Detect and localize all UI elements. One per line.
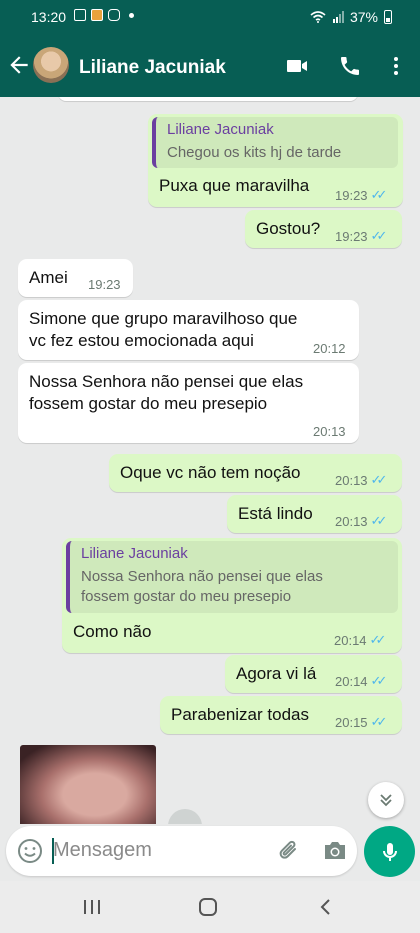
microphone-icon bbox=[382, 842, 397, 861]
video-call-icon[interactable] bbox=[285, 54, 309, 78]
contact-avatar[interactable] bbox=[33, 47, 69, 83]
contact-name[interactable]: Liliane Jacuniak bbox=[79, 57, 226, 79]
message-text: Parabenizar todas bbox=[171, 705, 309, 724]
message-meta: 20:14 ✓✓ bbox=[334, 632, 387, 648]
message-time: 20:13 bbox=[313, 424, 346, 439]
double-chevron-down-icon bbox=[380, 794, 392, 807]
read-ticks-icon: ✓✓ bbox=[370, 513, 388, 528]
notification-icons bbox=[74, 9, 134, 21]
message-meta: 20:13 ✓✓ bbox=[335, 472, 388, 488]
message-text: Gostou? bbox=[256, 219, 321, 238]
scroll-to-bottom-button[interactable] bbox=[368, 782, 404, 818]
message-bubble-incoming[interactable]: Nossa Senhora não pensei que elas fossem… bbox=[18, 363, 359, 443]
back-nav-icon[interactable] bbox=[316, 897, 336, 917]
quoted-sender: Liliane Jacuniak bbox=[81, 545, 188, 562]
message-bubble-outgoing[interactable]: Parabenizar todas 20:15 ✓✓ bbox=[160, 696, 402, 734]
read-ticks-icon: ✓✓ bbox=[370, 187, 388, 202]
quoted-text: Chegou os kits hj de tarde bbox=[167, 144, 342, 161]
message-bubble-outgoing[interactable]: Gostou? 19:23 ✓✓ bbox=[245, 210, 402, 248]
message-time: 20:13 bbox=[335, 513, 368, 529]
attach-icon[interactable] bbox=[276, 838, 302, 864]
message-meta: 20:15 ✓✓ bbox=[335, 714, 388, 730]
status-time: 13:20 bbox=[31, 9, 67, 25]
back-arrow-icon[interactable] bbox=[6, 52, 32, 78]
read-ticks-icon: ✓✓ bbox=[370, 714, 388, 729]
message-meta: 20:14 ✓✓ bbox=[335, 673, 388, 689]
message-text-line: fossem gostar do meu presepio bbox=[29, 394, 268, 413]
read-ticks-icon: ✓✓ bbox=[369, 632, 387, 647]
quoted-text-line: Nossa Senhora não pensei que elas bbox=[81, 568, 323, 585]
message-bubble-outgoing[interactable]: Oque vc não tem noção 20:13 ✓✓ bbox=[109, 454, 402, 492]
chat-header: Liliane Jacuniak bbox=[0, 36, 420, 97]
message-meta: 20:13 ✓✓ bbox=[335, 513, 388, 529]
message-meta: 19:23 ✓✓ bbox=[335, 228, 388, 244]
quoted-message[interactable]: Liliane Jacuniak Nossa Senhora não pense… bbox=[66, 541, 398, 613]
message-text: Amei bbox=[29, 268, 68, 287]
message-meta: 19:23 ✓✓ bbox=[335, 187, 388, 203]
read-ticks-icon: ✓✓ bbox=[370, 228, 388, 243]
chat-area[interactable]: Liliane Jacuniak Chegou os kits hj de ta… bbox=[0, 97, 420, 824]
message-time: 19:23 bbox=[88, 277, 121, 292]
battery-icon bbox=[384, 10, 392, 24]
message-text: Puxa que maravilha bbox=[159, 176, 310, 195]
message-bubble-outgoing[interactable]: Agora vi lá 20:14 ✓✓ bbox=[225, 655, 402, 693]
message-text: Oque vc não tem noção bbox=[120, 463, 301, 482]
status-bar: 13:20 37% bbox=[0, 0, 420, 36]
message-time: 20:15 bbox=[335, 714, 368, 730]
partial-message-bubble[interactable] bbox=[58, 97, 358, 101]
forward-icon[interactable] bbox=[168, 809, 202, 824]
instagram-notification-icon bbox=[108, 9, 120, 21]
message-time: 20:13 bbox=[335, 472, 368, 488]
message-text: Está lindo bbox=[238, 504, 313, 523]
message-time: 19:23 bbox=[335, 228, 368, 244]
message-text: Agora vi lá bbox=[236, 664, 317, 683]
more-options-icon[interactable] bbox=[384, 54, 408, 78]
image-message[interactable] bbox=[20, 745, 156, 824]
message-bubble-incoming[interactable]: Simone que grupo maravilhoso que vc fez … bbox=[18, 300, 359, 360]
quoted-message[interactable]: Liliane Jacuniak Chegou os kits hj de ta… bbox=[152, 117, 398, 168]
message-time: 19:23 bbox=[335, 187, 368, 203]
message-text: Como não bbox=[73, 622, 152, 641]
message-bubble-outgoing[interactable]: Liliane Jacuniak Nossa Senhora não pense… bbox=[62, 538, 402, 653]
message-text-line: vc fez estou emocionada aqui bbox=[29, 331, 254, 350]
app-notification-icon bbox=[91, 9, 103, 21]
message-time: 20:12 bbox=[313, 341, 346, 356]
message-input[interactable]: Mensagem bbox=[53, 839, 253, 862]
battery-percent: 37% bbox=[349, 9, 378, 25]
read-ticks-icon: ✓✓ bbox=[370, 673, 388, 688]
signal-icon bbox=[332, 11, 344, 23]
read-ticks-icon: ✓✓ bbox=[370, 472, 388, 487]
message-composer: Mensagem bbox=[6, 826, 357, 876]
emoji-icon[interactable] bbox=[17, 838, 43, 864]
quoted-text-line: fossem gostar do meu presepio bbox=[81, 588, 292, 605]
camera-icon[interactable] bbox=[322, 839, 348, 863]
recent-apps-icon[interactable] bbox=[82, 897, 102, 917]
message-text-line: Nossa Senhora não pensei que elas bbox=[29, 372, 304, 391]
system-navigation-bar bbox=[0, 881, 420, 933]
gallery-notification-icon bbox=[74, 9, 86, 21]
wifi-icon bbox=[310, 11, 326, 23]
message-time: 20:14 bbox=[335, 673, 368, 689]
message-bubble-outgoing[interactable]: Liliane Jacuniak Chegou os kits hj de ta… bbox=[148, 114, 403, 207]
home-icon[interactable] bbox=[198, 897, 218, 917]
message-time: 20:14 bbox=[334, 632, 367, 648]
message-bubble-outgoing[interactable]: Está lindo 20:13 ✓✓ bbox=[227, 495, 402, 533]
message-text-line: Simone que grupo maravilhoso que bbox=[29, 309, 298, 328]
voice-call-icon[interactable] bbox=[338, 54, 362, 78]
more-notifications-dot bbox=[129, 12, 134, 18]
message-bubble-incoming[interactable]: Amei 19:23 bbox=[18, 259, 133, 297]
voice-message-button[interactable] bbox=[364, 826, 415, 877]
quoted-sender: Liliane Jacuniak bbox=[167, 121, 274, 138]
